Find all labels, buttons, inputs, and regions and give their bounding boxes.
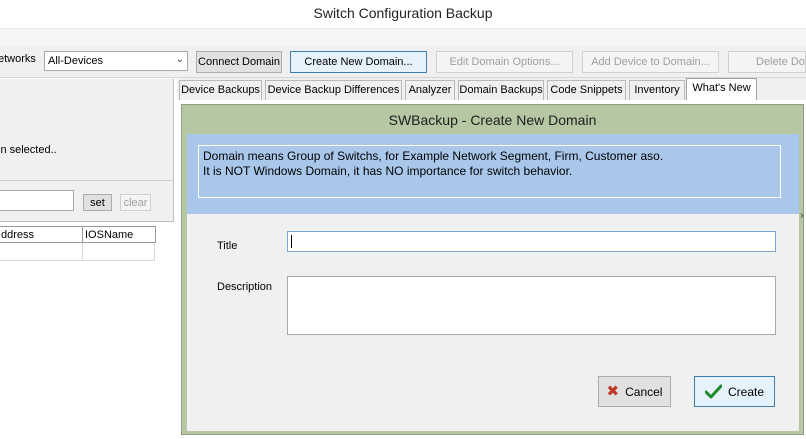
close-icon: ✖ <box>606 383 620 400</box>
tab-code-snippets[interactable]: Code Snippets <box>547 80 626 100</box>
divider <box>0 180 174 181</box>
set-button[interactable]: set <box>83 194 112 211</box>
info-line-1: Domain means Group of Switchs, for Examp… <box>203 149 664 163</box>
create-new-domain-button[interactable]: Create New Domain... <box>290 51 427 73</box>
text-caret <box>291 235 292 248</box>
create-label: Create <box>727 384 765 399</box>
window-title: Switch Configuration Backup <box>313 5 493 21</box>
domain-selected-text: in selected.. <box>0 144 57 156</box>
tab-inventory[interactable]: Inventory <box>629 80 685 100</box>
filter-input[interactable] <box>0 190 74 211</box>
chevron-down-icon: ⌄ <box>175 54 184 65</box>
tab-analyzer[interactable]: Analyzer <box>405 80 455 100</box>
grid-cell[interactable] <box>82 243 155 261</box>
description-input[interactable] <box>287 276 776 335</box>
edit-domain-options-button[interactable]: Edit Domain Options... <box>436 51 573 73</box>
window-titlebar: Switch Configuration Backup <box>0 0 806 28</box>
clear-button[interactable]: clear <box>120 194 151 211</box>
info-line-2: It is NOT Windows Domain, it has NO impo… <box>203 164 573 178</box>
info-box: Domain means Group of Switchs, for Examp… <box>198 145 781 198</box>
connect-domain-button[interactable]: Connect Domain <box>196 51 282 73</box>
grid-header-address[interactable]: ddress <box>0 226 83 243</box>
networks-label: etworks <box>0 53 36 65</box>
chevron-right-icon: › <box>800 210 804 222</box>
create-button[interactable]: Create <box>694 376 775 407</box>
tab-device-backup-differences[interactable]: Device Backup Differences <box>265 80 402 100</box>
menu-strip <box>0 28 806 46</box>
grid-cell[interactable] <box>0 243 83 261</box>
title-input[interactable] <box>287 231 776 252</box>
cancel-label: Cancel <box>625 384 663 399</box>
title-label: Title <box>217 240 238 252</box>
networks-select[interactable]: All-Devices ⌄ <box>44 51 188 71</box>
tab-device-backups[interactable]: Device Backups <box>179 80 262 100</box>
add-device-to-domain-button[interactable]: Add Device to Domain... <box>582 51 719 73</box>
tab-whats-new[interactable]: What's New <box>686 78 757 101</box>
tab-domain-backups[interactable]: Domain Backups <box>458 80 544 100</box>
checkmark-icon <box>704 384 722 399</box>
dialog-title: SWBackup - Create New Domain <box>388 112 597 128</box>
description-label: Description <box>217 281 273 293</box>
delete-domain-button[interactable]: Delete Dor <box>728 51 806 73</box>
networks-select-value: All-Devices <box>48 55 104 67</box>
grid-header-iosname[interactable]: IOSName <box>82 226 156 243</box>
cancel-button[interactable]: ✖ Cancel <box>598 376 671 407</box>
